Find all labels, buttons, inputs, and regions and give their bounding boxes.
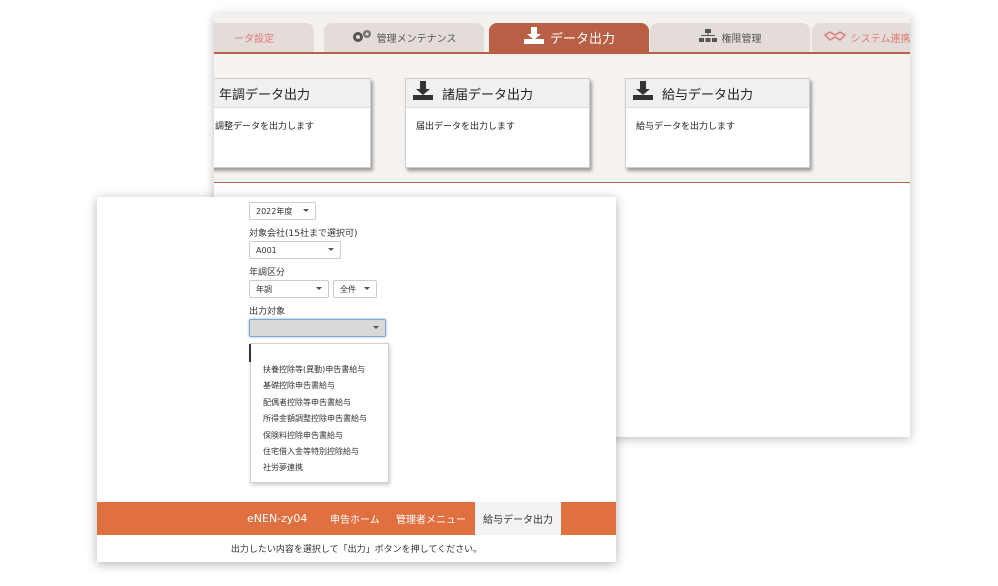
target-label: 出力対象 (249, 307, 286, 317)
download-icon (523, 26, 545, 49)
company-label: 対象会社(15社まで選択可) (249, 229, 358, 239)
tab-label: 管理メンテナンス (376, 34, 457, 45)
year-select[interactable]: 2022年度 (249, 202, 316, 220)
card-shotodoke-output[interactable]: 諸届データ出力 届出データを出力します (405, 78, 590, 168)
card-title-row: 年調データ出力 (214, 79, 370, 108)
chevron-down-icon (373, 326, 379, 329)
nav-link-home[interactable]: 申告ホーム (330, 502, 380, 535)
status-message: 出力したい内容を選択して「出力」ボタンを押してください。 (230, 545, 483, 555)
tab-maintenance[interactable]: 管理メンテナンス (324, 23, 484, 52)
tab-permissions[interactable]: 権限管理 (650, 23, 810, 52)
output-target-dropdown: 扶養控除等(異動)申告書給与 基礎控除申告書給与 配偶者控除等申告書給与 所得金… (250, 343, 389, 483)
chevron-down-icon (364, 287, 370, 290)
text-cursor (249, 344, 251, 362)
card-description: 届出データを出力します (416, 122, 516, 132)
dropdown-option[interactable]: 配偶者控除等申告書給与 (263, 397, 351, 408)
card-title: 諸届データ出力 (442, 87, 534, 103)
dropdown-option[interactable]: 扶養控除等(異動)申告書給与 (263, 364, 365, 375)
card-description: 給与データを出力します (636, 122, 736, 132)
dropdown-option[interactable]: 保険料控除申告書給与 (263, 430, 343, 441)
chevron-down-icon (303, 209, 309, 212)
card-title-row: 給与データ出力 (626, 79, 809, 108)
tab-data-settings[interactable]: ータ設定 (214, 23, 314, 52)
tab-system-integration[interactable]: システム連携 (812, 23, 910, 52)
scope-select[interactable]: 全件 (333, 280, 377, 298)
tab-label: ータ設定 (234, 34, 274, 45)
chevron-down-icon (316, 287, 322, 290)
footer-nav-bar: eNEN-zy04 申告ホーム 管理者メニュー 給与データ出力 (97, 502, 616, 535)
tab-label: システム連携 (850, 34, 910, 45)
nencho-select[interactable]: 年調 (249, 280, 329, 298)
dropdown-option[interactable]: 基礎控除申告書給与 (263, 380, 335, 391)
card-title-row: 諸届データ出力 (406, 79, 589, 108)
gear-icon (352, 29, 372, 46)
front-window: 2022年度 対象会社(15社まで選択可) A001 年調区分 年調 全件 出力… (97, 197, 616, 562)
card-description: 調整データを出力します (215, 122, 315, 132)
dropdown-option[interactable]: 住宅借入金等特別控除給与 (263, 446, 359, 457)
section-divider (214, 182, 910, 183)
card-title: 年調データ出力 (219, 87, 311, 103)
handshake-icon (823, 30, 846, 45)
tab-data-output[interactable]: データ出力 (489, 23, 649, 52)
card-kyuyo-output[interactable]: 給与データ出力 給与データを出力します (625, 78, 810, 168)
scope-value: 全件 (340, 284, 356, 294)
card-title: 給与データ出力 (662, 87, 754, 103)
org-chart-icon (698, 29, 717, 46)
dropdown-option[interactable]: 社労夢連携 (263, 462, 303, 473)
dropdown-option[interactable]: 所得金額調整控除申告書給与 (263, 413, 367, 424)
year-value: 2022年度 (256, 206, 293, 216)
download-icon (412, 81, 434, 105)
download-icon (632, 81, 654, 105)
tab-bar: ータ設定 管理メンテナンス データ出力 権限管理 システム連携 (214, 14, 910, 54)
tab-label: 権限管理 (721, 34, 762, 45)
nav-link-admin-menu[interactable]: 管理者メニュー (396, 502, 466, 535)
nencho-label: 年調区分 (249, 268, 286, 278)
chevron-down-icon (328, 248, 334, 251)
nencho-value: 年調 (256, 284, 272, 294)
company-value: A001 (256, 245, 277, 255)
tab-label: データ出力 (549, 32, 615, 47)
company-select[interactable]: A001 (249, 241, 341, 259)
output-target-select[interactable] (249, 319, 386, 337)
nav-link-kyuyo-output[interactable]: 給与データ出力 (475, 502, 561, 535)
brand-name: eNEN-zy04 (247, 512, 308, 525)
card-nencho-output[interactable]: 年調データ出力 調整データを出力します (214, 78, 371, 168)
